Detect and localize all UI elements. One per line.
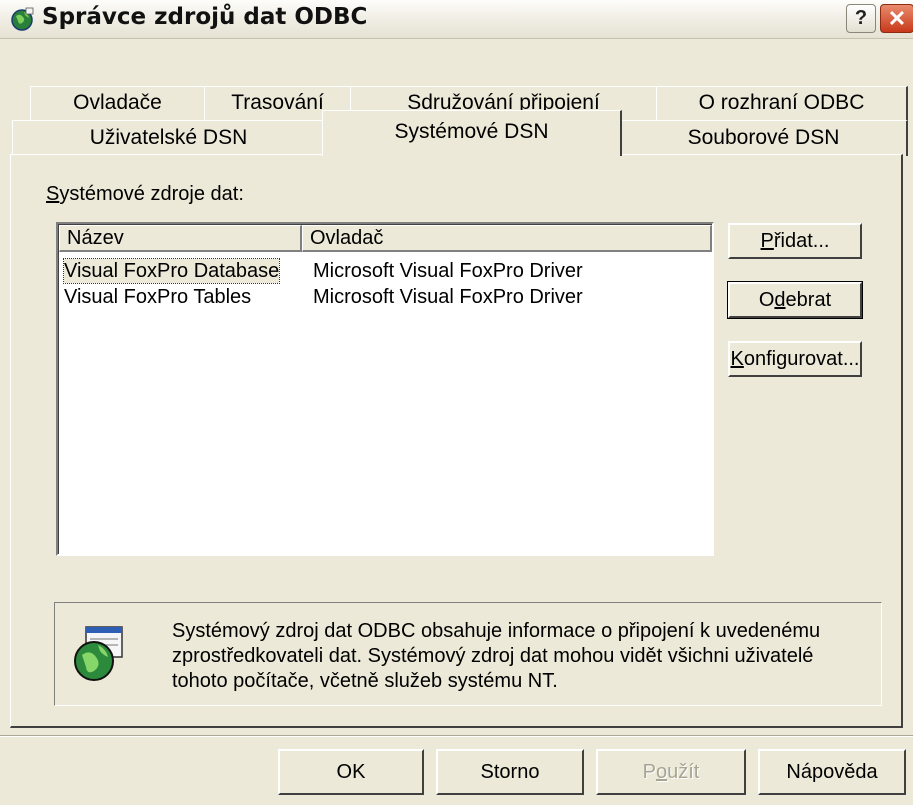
info-line: zprostředkovateli dat. Systémový zdroj d… bbox=[172, 645, 814, 667]
add-button[interactable]: Přidat... bbox=[728, 223, 862, 259]
help-titlebar-button[interactable]: ? bbox=[846, 4, 876, 33]
row-1-name[interactable]: Visual FoxPro Database bbox=[62, 258, 281, 284]
configure-button[interactable]: Konfigurovat... bbox=[728, 341, 862, 377]
info-line: Systémový zdroj dat ODBC obsahuje inform… bbox=[172, 620, 821, 642]
data-sources-list[interactable]: Název Ovladač Visual FoxPro Database Mic… bbox=[56, 222, 714, 556]
odbc-globe-icon bbox=[11, 7, 34, 31]
tab-file-dsn[interactable]: Souborové DSN bbox=[620, 120, 908, 156]
ok-button[interactable]: OK bbox=[278, 749, 424, 795]
datasource-globe-icon bbox=[74, 626, 123, 681]
apply-button[interactable]: Použít bbox=[596, 749, 746, 795]
odbc-dialog: Správce zdrojů dat ODBC ? ✕ Ovladače Tra… bbox=[0, 0, 913, 805]
info-line: tohoto počítače, včetně služeb systému N… bbox=[172, 670, 558, 692]
tab-drivers[interactable]: Ovladače bbox=[30, 86, 206, 122]
tab-system-dsn[interactable]: Systémové DSN bbox=[322, 110, 622, 156]
column-header-name[interactable]: Název bbox=[59, 225, 302, 252]
remove-button[interactable]: Odebrat bbox=[727, 281, 863, 319]
cancel-button[interactable]: Storno bbox=[436, 749, 584, 795]
title-bar[interactable]: Správce zdrojů dat ODBC ? ✕ bbox=[0, 0, 913, 39]
tab-user-dsn[interactable]: Uživatelské DSN bbox=[12, 120, 326, 156]
tab-about[interactable]: O rozhraní ODBC bbox=[656, 86, 908, 122]
help-button[interactable]: Nápověda bbox=[758, 749, 906, 795]
row-1-driver[interactable]: Microsoft Visual FoxPro Driver bbox=[313, 259, 583, 283]
close-button[interactable]: ✕ bbox=[880, 4, 913, 33]
column-header-driver[interactable]: Ovladač bbox=[302, 225, 712, 252]
window-title: Správce zdrojů dat ODBC bbox=[42, 4, 368, 30]
row-2-name[interactable]: Visual FoxPro Tables bbox=[64, 285, 251, 309]
row-2-driver[interactable]: Microsoft Visual FoxPro Driver bbox=[313, 285, 583, 309]
info-text: Systémový zdroj dat ODBC obsahuje inform… bbox=[172, 619, 872, 694]
system-sources-label: Systémové zdroje dat: bbox=[46, 183, 244, 205]
bottom-separator bbox=[0, 735, 913, 737]
